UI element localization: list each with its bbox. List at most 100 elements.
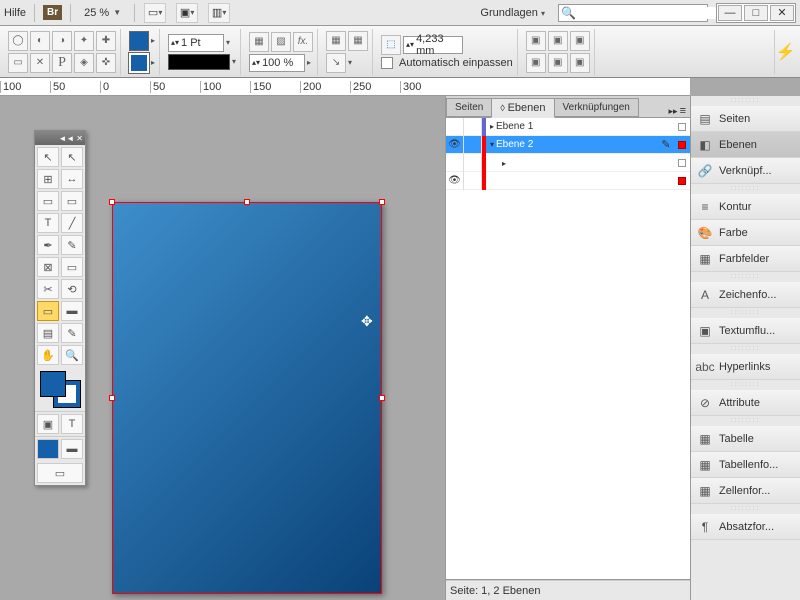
rectangle-frame-tool[interactable]: ⊠	[37, 257, 59, 277]
gap-tool[interactable]: ↔	[61, 169, 83, 189]
dock-item-ebenen[interactable]: ◧ Ebenen	[691, 132, 800, 158]
bridge-badge[interactable]: Br	[43, 5, 62, 20]
fill-swatch[interactable]	[129, 31, 149, 51]
selected-rectangle[interactable]	[112, 202, 382, 594]
maximize-button[interactable]: □	[744, 5, 768, 21]
dock-item-zeichenfo-[interactable]: AZeichenfo...	[691, 282, 800, 308]
visibility-icon[interactable]	[446, 154, 464, 172]
hand-tool[interactable]: ✋	[37, 345, 59, 365]
gradient-feather-tool[interactable]: ▬	[61, 301, 83, 321]
selection-square-icon[interactable]	[674, 141, 690, 149]
dock-label: Farbe	[719, 227, 748, 239]
search-input[interactable]: 🔍	[558, 4, 708, 22]
zoom-tool[interactable]: 🔍	[61, 345, 83, 365]
dock-item-zellenfor-[interactable]: ▦Zellenfor...	[691, 478, 800, 504]
dock-icon: ◧	[697, 137, 713, 153]
dock-label: Verknüpf...	[719, 165, 772, 177]
dock-item-hyperlinks[interactable]: abcHyperlinks	[691, 354, 800, 380]
gradient-swatch-tool[interactable]: ▭	[37, 301, 59, 321]
screen-mode-icon[interactable]: ▣▾	[176, 3, 198, 23]
free-transform-tool[interactable]: ⟲	[61, 279, 83, 299]
minimize-button[interactable]: —	[718, 5, 742, 21]
tab-pages[interactable]: Seiten	[446, 98, 492, 117]
dock-item-attribute[interactable]: ⊘Attribute	[691, 390, 800, 416]
tools-panel-header[interactable]: ◄◄✕	[35, 131, 85, 145]
dock-icon: ▦	[697, 457, 713, 473]
content-placer-tool[interactable]: ▭	[61, 191, 83, 211]
dock-item-textumflu-[interactable]: ▣Textumflu...	[691, 318, 800, 344]
page-tool[interactable]: ⊞	[37, 169, 59, 189]
visibility-icon[interactable]: 👁	[446, 172, 464, 190]
layer-row[interactable]: ▸	[446, 154, 690, 172]
autofit-checkbox[interactable]	[381, 57, 393, 69]
apply-color-icon[interactable]	[37, 439, 59, 459]
dock-item-seiten[interactable]: ▤Seiten	[691, 106, 800, 132]
tools-panel: ◄◄✕ ↖↖ ⊞↔ ▭▭ T╱ ✒✎ ⊠▭ ✂⟲ ▭▬ ▤✎ ✋🔍 ▣T ▬ ▭	[34, 130, 86, 486]
workspace-dropdown[interactable]: Grundlagen ▾	[475, 5, 550, 21]
dock-icon: 🎨	[697, 225, 713, 241]
lock-icon[interactable]	[464, 154, 482, 172]
visibility-icon[interactable]	[446, 118, 464, 136]
direct-selection-tool[interactable]: ↖	[61, 147, 83, 167]
selection-square-icon[interactable]	[674, 123, 690, 131]
visibility-icon[interactable]: 👁	[446, 136, 464, 154]
selection-tool[interactable]: ↖	[37, 147, 59, 167]
dimension-input[interactable]: ▴▾4,233 mm	[403, 36, 463, 54]
close-button[interactable]: ✕	[770, 5, 794, 21]
eyedropper-tool[interactable]: ✎	[61, 323, 83, 343]
help-menu[interactable]: Hilfe	[4, 7, 26, 19]
dock-icon: ⊘	[697, 395, 713, 411]
stroke-weight-input[interactable]: ▴▾1 Pt	[168, 34, 224, 52]
formatting-container-icon[interactable]: ▣	[37, 414, 59, 434]
dock-label: Tabelle	[719, 433, 754, 445]
stroke-swatch[interactable]	[129, 53, 149, 73]
tab-links[interactable]: Verknüpfungen	[554, 98, 639, 117]
dock-icon: 🔗	[697, 163, 713, 179]
dock-item-verkn-pf-[interactable]: 🔗 Verknüpf...	[691, 158, 800, 184]
lock-icon[interactable]	[464, 136, 482, 154]
dock-icon: A	[697, 287, 713, 303]
formatting-text-icon[interactable]: T	[61, 414, 83, 434]
type-tool[interactable]: T	[37, 213, 59, 233]
fill-stroke-proxy[interactable]	[35, 367, 85, 411]
content-collector-tool[interactable]: ▭	[37, 191, 59, 211]
apply-gradient-icon[interactable]: ▬	[61, 439, 83, 459]
zoom-dropdown[interactable]: 25 % ▼	[79, 5, 126, 21]
rectangle-tool[interactable]: ▭	[61, 257, 83, 277]
view-options-icon[interactable]: ▭▾	[144, 3, 166, 23]
lock-icon[interactable]	[464, 172, 482, 190]
layer-row[interactable]: 👁▾Ebene 2✎	[446, 136, 690, 154]
pen-tool[interactable]: ✒	[37, 235, 59, 255]
dock-item-kontur[interactable]: ≡Kontur	[691, 194, 800, 220]
dock-icon: ▦	[697, 483, 713, 499]
dock-item-absatzfor-[interactable]: ¶Absatzfor...	[691, 514, 800, 540]
pencil-tool[interactable]: ✎	[61, 235, 83, 255]
dock-item-farbe[interactable]: 🎨 Farbe	[691, 220, 800, 246]
pen-icon: ✎	[658, 138, 674, 151]
arrange-icon[interactable]: ▥▾	[208, 3, 230, 23]
dock-item-tabelle[interactable]: ▦Tabelle	[691, 426, 800, 452]
view-mode-icon[interactable]: ▭	[37, 463, 83, 483]
dock-label: Farbfelder	[719, 253, 769, 265]
line-tool[interactable]: ╱	[61, 213, 83, 233]
collapse-icon[interactable]: ▸▸	[669, 106, 678, 117]
dock-label: Ebenen	[719, 139, 757, 151]
selection-square-icon[interactable]	[674, 177, 690, 185]
dock-icon: ¶	[697, 519, 713, 535]
panel-menu-icon[interactable]: ≡	[680, 105, 686, 117]
quick-apply-icon[interactable]: ⚡	[774, 30, 796, 74]
tab-layers[interactable]: ◊ Ebenen	[491, 98, 554, 118]
dock-item-tabellenfo-[interactable]: ▦Tabellenfo...	[691, 452, 800, 478]
dock-label: Textumflu...	[719, 325, 775, 337]
layer-row[interactable]: 👁	[446, 172, 690, 190]
selection-square-icon[interactable]	[674, 159, 690, 167]
note-tool[interactable]: ▤	[37, 323, 59, 343]
opacity-input[interactable]: ▴▾100 %	[249, 54, 305, 72]
dock-item-farbfelder[interactable]: ▦Farbfelder	[691, 246, 800, 272]
stroke-style[interactable]	[168, 54, 230, 70]
layers-panel: Seiten ◊ Ebenen Verknüpfungen ▸▸≡ ▸Ebene…	[445, 96, 690, 600]
layer-row[interactable]: ▸Ebene 1	[446, 118, 690, 136]
lock-icon[interactable]	[464, 118, 482, 136]
scissors-tool[interactable]: ✂	[37, 279, 59, 299]
top-menu-bar: Hilfe Br 25 % ▼ ▭▾ ▣▾ ▥▾ Grundlagen ▾ 🔍 …	[0, 0, 800, 26]
